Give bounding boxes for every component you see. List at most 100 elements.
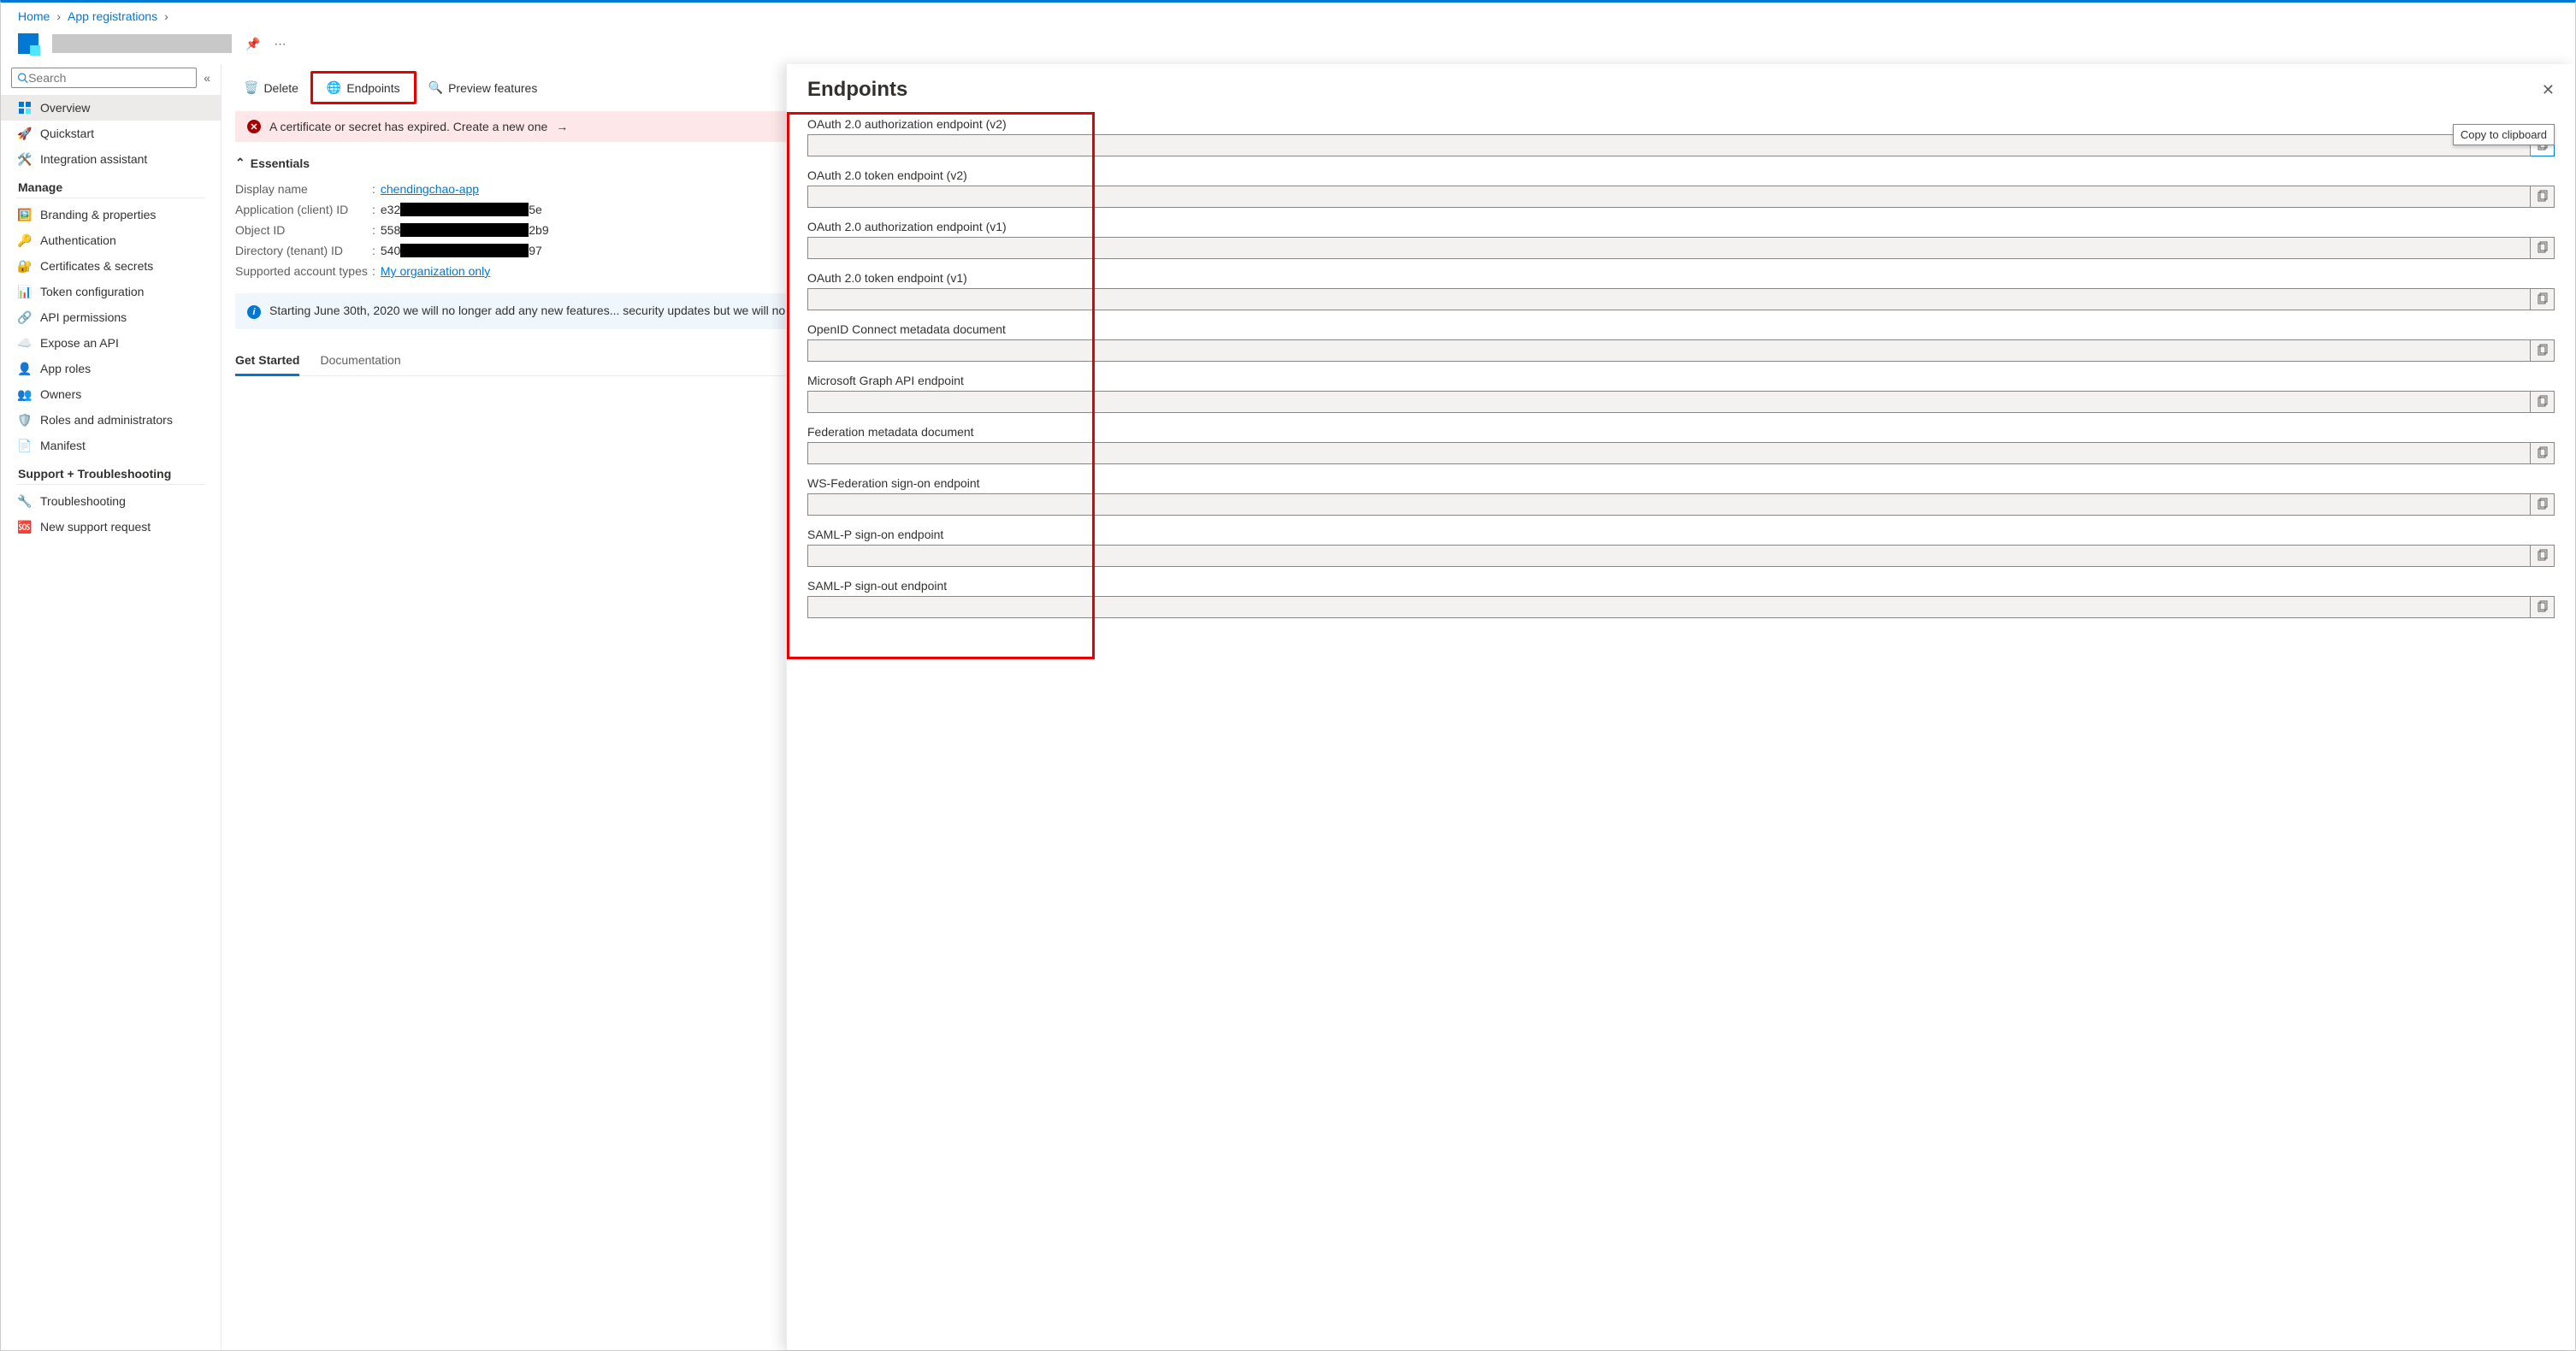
copy-button[interactable] [2531, 339, 2555, 362]
search-box[interactable] [11, 68, 197, 88]
copy-button[interactable] [2531, 442, 2555, 464]
chevron-up-icon: ⌃ [235, 156, 245, 170]
endpoint-label: Federation metadata document [807, 425, 2555, 439]
token-icon: 📊 [18, 285, 32, 298]
sidebar-item-label: Token configuration [40, 285, 144, 298]
copy-icon [2536, 190, 2549, 204]
object-id-suffix: 2b9 [529, 223, 548, 237]
endpoint-input[interactable] [807, 134, 2531, 156]
endpoints-highlight: 🌐Endpoints [310, 71, 417, 104]
endpoint-input[interactable] [807, 186, 2531, 208]
copy-icon [2536, 292, 2549, 306]
divider [16, 484, 205, 485]
breadcrumb-home[interactable]: Home [18, 9, 50, 23]
display-name-link[interactable]: chendingchao-app [381, 182, 479, 196]
copy-button[interactable] [2531, 391, 2555, 413]
sidebar-item-label: New support request [40, 520, 151, 534]
endpoint-label: SAML-P sign-out endpoint [807, 579, 2555, 593]
copy-icon [2536, 446, 2549, 460]
sidebar-item-authentication[interactable]: 🔑Authentication [1, 227, 221, 253]
endpoint-label: OAuth 2.0 token endpoint (v2) [807, 168, 2555, 182]
preview-button[interactable]: 🔍Preview features [420, 75, 547, 100]
tenant-id-prefix: 540 [381, 244, 400, 257]
sidebar-item-api-permissions[interactable]: 🔗API permissions [1, 304, 221, 330]
sidebar-item-quickstart[interactable]: 🚀 Quickstart [1, 121, 221, 146]
sidebar-item-label: Quickstart [40, 127, 94, 140]
sidebar-item-label: Manifest [40, 439, 86, 452]
expose-icon: ☁️ [18, 336, 32, 350]
sidebar-item-label: Authentication [40, 233, 116, 247]
sidebar-item-roles-admin[interactable]: 🛡️Roles and administrators [1, 407, 221, 433]
endpoint-input[interactable] [807, 339, 2531, 362]
copy-button[interactable] [2531, 596, 2555, 618]
sidebar-item-label: Expose an API [40, 336, 119, 350]
tab-get-started[interactable]: Get Started [235, 346, 299, 376]
more-icon[interactable]: ⋯ [274, 37, 286, 51]
sidebar-item-token[interactable]: 📊 Token configuration [1, 279, 221, 304]
copy-button[interactable] [2531, 186, 2555, 208]
endpoint-input[interactable] [807, 288, 2531, 310]
ess-label: Application (client) ID [235, 203, 372, 216]
endpoint-group: SAML-P sign-out endpoint [807, 579, 2555, 618]
sidebar-item-certificates[interactable]: 🔐 Certificates & secrets [1, 253, 221, 279]
section-support-header: Support + Troubleshooting [1, 458, 221, 484]
api-perm-icon: 🔗 [18, 310, 32, 324]
endpoint-label: OAuth 2.0 token endpoint (v1) [807, 271, 2555, 285]
cert-icon: 🔐 [18, 259, 32, 273]
endpoint-group: Federation metadata document [807, 425, 2555, 464]
sidebar-item-label: Owners [40, 387, 81, 401]
sidebar-item-overview[interactable]: Overview [1, 95, 221, 121]
copy-icon [2536, 549, 2549, 563]
copy-button[interactable] [2531, 493, 2555, 516]
pin-icon[interactable]: 📌 [245, 37, 260, 51]
copy-button[interactable] [2531, 545, 2555, 567]
endpoints-panel: Endpoints ✕ Copy to clipboard OAuth 2.0 … [786, 64, 2575, 1350]
redacted-value [400, 203, 529, 216]
app-icon [18, 33, 38, 54]
content-area: 🗑️Delete 🌐Endpoints 🔍Preview features ✕ … [222, 64, 2575, 1350]
admin-icon: 🛡️ [18, 413, 32, 427]
sidebar-item-label: Certificates & secrets [40, 259, 153, 273]
collapse-sidebar-icon[interactable]: « [204, 71, 210, 85]
copy-icon [2536, 498, 2549, 511]
close-icon[interactable]: ✕ [2542, 81, 2555, 99]
preview-label: Preview features [448, 81, 537, 95]
sidebar-item-owners[interactable]: 👥Owners [1, 381, 221, 407]
copy-icon [2536, 241, 2549, 255]
endpoint-group: OAuth 2.0 authorization endpoint (v1) [807, 220, 2555, 259]
sidebar-item-support-request[interactable]: 🆘New support request [1, 514, 221, 540]
sidebar-item-branding[interactable]: 🖼️ Branding & properties [1, 202, 221, 227]
ess-label: Directory (tenant) ID [235, 244, 372, 257]
object-id-prefix: 558 [381, 223, 400, 237]
branding-icon: 🖼️ [18, 208, 32, 221]
page-title-row: 📌 ⋯ [1, 30, 2575, 64]
ess-label: Supported account types [235, 264, 372, 278]
endpoint-input[interactable] [807, 596, 2531, 618]
endpoint-input[interactable] [807, 545, 2531, 567]
copy-button[interactable] [2531, 288, 2555, 310]
globe-icon: 🌐 [327, 80, 341, 95]
endpoint-input[interactable] [807, 442, 2531, 464]
endpoint-input[interactable] [807, 493, 2531, 516]
sidebar-item-troubleshooting[interactable]: 🔧Troubleshooting [1, 488, 221, 514]
essentials-title: Essentials [251, 156, 310, 170]
sidebar-item-label: Overview [40, 101, 90, 115]
sidebar-item-label: Branding & properties [40, 208, 156, 221]
supported-types-link[interactable]: My organization only [381, 264, 490, 278]
assistant-icon: 🛠️ [18, 152, 32, 166]
breadcrumb-app-registrations[interactable]: App registrations [68, 9, 157, 23]
copy-icon [2536, 344, 2549, 357]
copy-button[interactable] [2531, 237, 2555, 259]
delete-button[interactable]: 🗑️Delete [235, 75, 307, 100]
sidebar-item-integration[interactable]: 🛠️ Integration assistant [1, 146, 221, 172]
tab-documentation[interactable]: Documentation [320, 346, 400, 375]
endpoint-input[interactable] [807, 237, 2531, 259]
copy-icon [2536, 395, 2549, 409]
sidebar-item-manifest[interactable]: 📄Manifest [1, 433, 221, 458]
endpoints-button[interactable]: 🌐Endpoints [318, 75, 409, 100]
endpoint-group: OAuth 2.0 authorization endpoint (v2) [807, 117, 2555, 156]
sidebar-item-app-roles[interactable]: 👤App roles [1, 356, 221, 381]
sidebar-item-expose-api[interactable]: ☁️ Expose an API [1, 330, 221, 356]
endpoint-input[interactable] [807, 391, 2531, 413]
search-input[interactable] [28, 71, 191, 85]
